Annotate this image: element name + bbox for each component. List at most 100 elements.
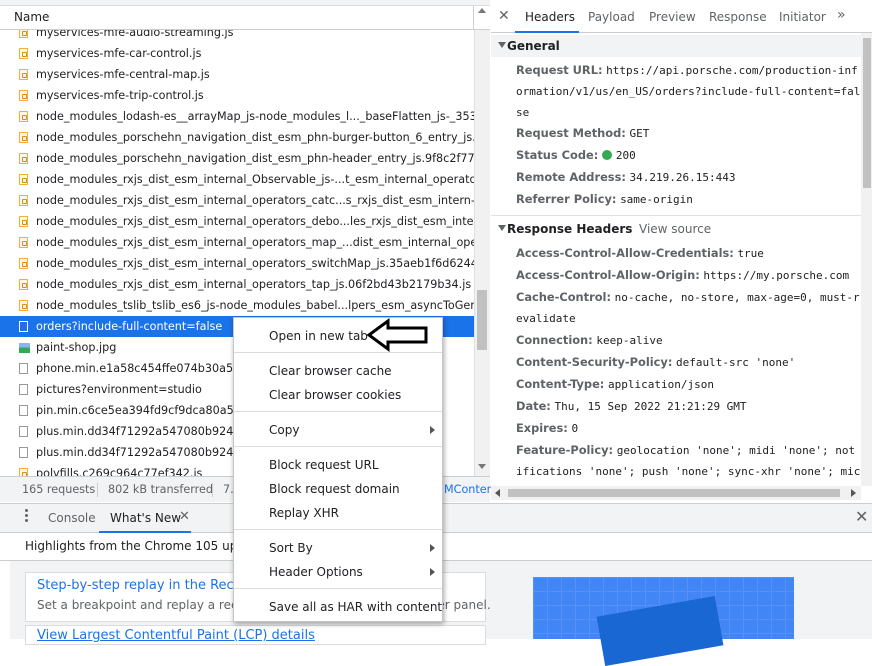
menu-copy[interactable]: Copy bbox=[269, 423, 299, 437]
scroll-up-icon[interactable] bbox=[478, 8, 486, 13]
request-row[interactable]: node_modules_rxjs_dist_esm_internal_oper… bbox=[0, 232, 474, 253]
general-request-url: Request URL: https://api.porsche.com/pro… bbox=[516, 60, 861, 123]
general-section-header[interactable]: General bbox=[491, 35, 861, 57]
request-row[interactable]: node_modules_lodash-es__arrayMap_js-node… bbox=[0, 106, 474, 127]
header-value: application/json bbox=[607, 378, 714, 391]
scrollbar-thumb[interactable] bbox=[477, 290, 487, 350]
column-separator[interactable] bbox=[473, 6, 474, 30]
request-row[interactable]: node_modules_rxjs_dist_esm_internal_oper… bbox=[0, 253, 474, 274]
feature-card-title[interactable]: View Largest Contentful Paint (LCP) deta… bbox=[37, 628, 315, 643]
request-row[interactable]: node_modules_porschehn_navigation_dist_e… bbox=[0, 148, 474, 169]
header-name: Expires: bbox=[516, 421, 568, 435]
script-file-icon bbox=[19, 279, 28, 290]
menu-save-all-as-har[interactable]: Save all as HAR with content bbox=[269, 600, 442, 614]
document-file-icon bbox=[19, 405, 28, 416]
request-row[interactable]: myservices-mfe-car-control.js bbox=[0, 43, 474, 64]
request-name: paint-shop.jpg bbox=[36, 341, 117, 354]
request-name: polyfills.c269c964c77ef342.js bbox=[36, 467, 203, 476]
tab-console[interactable]: Console bbox=[48, 511, 96, 525]
menu-replay-xhr[interactable]: Replay XHR bbox=[269, 506, 339, 520]
menu-separator bbox=[234, 411, 442, 412]
script-file-icon bbox=[19, 195, 28, 206]
menu-separator bbox=[234, 529, 442, 530]
request-name: pictures?environment=studio bbox=[36, 383, 202, 396]
scroll-right-icon[interactable] bbox=[851, 489, 856, 497]
response-header-item: Cache-Control: no-cache, no-store, max-a… bbox=[516, 287, 861, 329]
header-value: true bbox=[737, 247, 764, 260]
script-file-icon bbox=[19, 132, 28, 143]
detail-scrollbar-thumb[interactable] bbox=[863, 38, 871, 188]
request-list-scrollbar[interactable] bbox=[474, 30, 490, 476]
header-value: default-src 'none' bbox=[676, 356, 796, 369]
request-row[interactable]: node_modules_rxjs_dist_esm_internal_oper… bbox=[0, 211, 474, 232]
menu-block-request-url[interactable]: Block request URL bbox=[269, 458, 379, 472]
submenu-arrow-icon bbox=[430, 568, 435, 576]
request-name: phone.min.e1a58c454ffe074b30a5bb bbox=[36, 362, 248, 375]
submenu-arrow-icon bbox=[430, 426, 435, 434]
menu-clear-browser-cookies[interactable]: Clear browser cookies bbox=[269, 388, 401, 402]
menu-block-request-domain[interactable]: Block request domain bbox=[269, 482, 400, 496]
tab-headers[interactable]: Headers bbox=[525, 10, 575, 24]
tab-preview[interactable]: Preview bbox=[649, 10, 696, 24]
response-header-item: Date: Thu, 15 Sep 2022 21:21:29 GMT bbox=[516, 396, 861, 417]
general-status-code: Status Code: 200 bbox=[516, 145, 861, 166]
menu-sort-by[interactable]: Sort By bbox=[269, 541, 313, 555]
request-row[interactable]: myservices-mfe-central-map.js bbox=[0, 64, 474, 85]
response-header-item: Access-Control-Allow-Credentials: true bbox=[516, 243, 861, 264]
request-name: node_modules_porschehn_navigation_dist_e… bbox=[36, 152, 474, 165]
request-row[interactable]: node_modules_rxjs_dist_esm_internal_Obse… bbox=[0, 169, 474, 190]
tab-payload[interactable]: Payload bbox=[588, 10, 635, 24]
tab-response[interactable]: Response bbox=[709, 10, 767, 24]
menu-open-in-new-tab[interactable]: Open in new tab bbox=[269, 329, 368, 343]
script-file-icon bbox=[19, 90, 28, 101]
scroll-down-icon[interactable] bbox=[478, 464, 486, 469]
header-name: Feature-Policy: bbox=[516, 443, 614, 457]
status-code-label: Status Code: bbox=[516, 148, 599, 162]
document-file-icon bbox=[19, 447, 28, 458]
menu-header-options[interactable]: Header Options bbox=[269, 565, 363, 579]
header-name: Content-Type: bbox=[516, 377, 605, 391]
view-source-link[interactable]: View source bbox=[639, 222, 711, 236]
request-row[interactable]: myservices-mfe-audio-streaming.js bbox=[0, 30, 474, 43]
status-code-value: 200 bbox=[615, 149, 636, 162]
header-value: https://my.porsche.com bbox=[703, 269, 850, 282]
header-name: Connection: bbox=[516, 333, 593, 347]
general-referrer-policy: Referrer Policy: same-origin bbox=[516, 189, 861, 210]
request-name: myservices-mfe-audio-streaming.js bbox=[36, 30, 234, 39]
header-name: Access-Control-Allow-Origin: bbox=[516, 268, 700, 282]
request-name: node_modules_rxjs_dist_esm_internal_oper… bbox=[36, 257, 474, 270]
scroll-left-icon[interactable] bbox=[495, 489, 500, 497]
close-drawer-icon[interactable]: ✕ bbox=[855, 507, 868, 526]
request-row[interactable]: node_modules_rxjs_dist_esm_internal_oper… bbox=[0, 274, 474, 295]
script-file-icon bbox=[19, 30, 28, 38]
header-name: Access-Control-Allow-Credentials: bbox=[516, 246, 734, 260]
drawer-menu-icon[interactable] bbox=[25, 509, 28, 524]
response-headers-section-header[interactable]: Response Headers View source bbox=[491, 215, 861, 239]
column-name-header[interactable]: Name bbox=[14, 10, 49, 24]
tab-initiator[interactable]: Initiator bbox=[779, 10, 826, 24]
request-name: plus.min.dd34f71292a547080b9247a bbox=[36, 425, 248, 438]
request-row[interactable]: node_modules_porschehn_navigation_dist_e… bbox=[0, 127, 474, 148]
request-row[interactable]: myservices-mfe-trip-control.js bbox=[0, 85, 474, 106]
tab-whats-new[interactable]: What's New bbox=[110, 511, 181, 525]
request-name: myservices-mfe-central-map.js bbox=[36, 68, 210, 81]
horizontal-scrollbar-thumb[interactable] bbox=[508, 489, 840, 497]
status-ok-icon bbox=[601, 150, 612, 160]
remote-address-label: Remote Address: bbox=[516, 170, 626, 184]
status-separator bbox=[97, 483, 98, 497]
script-file-icon bbox=[19, 258, 28, 269]
request-name: node_modules_rxjs_dist_esm_internal_oper… bbox=[36, 194, 474, 207]
more-tabs-icon[interactable]: » bbox=[837, 7, 846, 23]
active-drawer-tab-indicator bbox=[99, 531, 191, 533]
image-file-icon bbox=[19, 343, 30, 353]
request-row[interactable]: node_modules_rxjs_dist_esm_internal_oper… bbox=[0, 190, 474, 211]
request-method-label: Request Method: bbox=[516, 126, 626, 140]
menu-separator bbox=[234, 446, 442, 447]
response-header-item: Expires: 0 bbox=[516, 418, 861, 439]
menu-clear-browser-cache[interactable]: Clear browser cache bbox=[269, 364, 392, 378]
request-row[interactable]: node_modules_tslib_tslib_es6_js-node_mod… bbox=[0, 295, 474, 316]
close-tab-icon[interactable]: ✕ bbox=[179, 509, 190, 524]
close-icon[interactable]: ✕ bbox=[498, 8, 510, 24]
request-name: node_modules_rxjs_dist_esm_internal_oper… bbox=[36, 236, 474, 249]
script-file-icon bbox=[19, 153, 28, 164]
